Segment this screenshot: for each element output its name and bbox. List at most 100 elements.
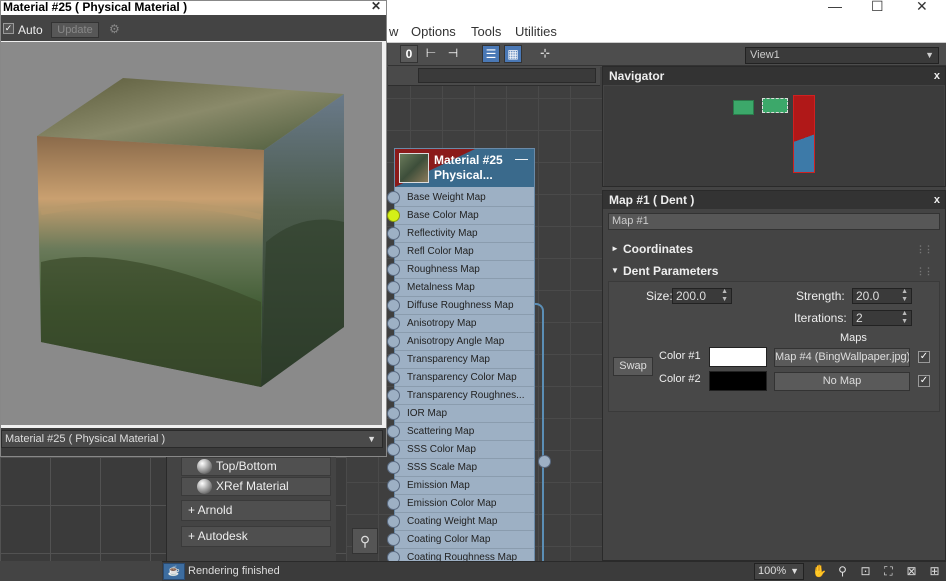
input-socket[interactable] (387, 461, 400, 474)
menu-item-tools[interactable]: Tools (471, 24, 501, 39)
view-dropdown[interactable]: View1 ▼ (745, 47, 939, 64)
node-slot[interactable]: Emission Map (395, 477, 534, 495)
maximize-button[interactable]: ☐ (871, 0, 884, 15)
input-socket[interactable] (387, 533, 400, 546)
node-slot[interactable]: Coating Color Map (395, 531, 534, 549)
node-slot[interactable]: Coating Weight Map (395, 513, 534, 531)
minimize-node-icon[interactable]: — (515, 151, 528, 166)
show-slots-icon[interactable]: ☰ (482, 45, 500, 63)
size-spinner[interactable]: 200.0 ▲ ▼ (672, 288, 732, 304)
counter-button[interactable]: 0 (400, 45, 418, 63)
auto-checkbox[interactable]: ✓ (3, 23, 14, 34)
menu-item-options[interactable]: Options (411, 24, 456, 39)
close-icon[interactable]: ✕ (371, 1, 381, 13)
spinner-arrows-icon[interactable]: ▲ ▼ (721, 288, 728, 304)
teapot-icon[interactable]: ☕ (163, 563, 185, 580)
input-socket[interactable] (387, 263, 400, 276)
select-icon[interactable]: ⊹ (536, 45, 554, 63)
update-button[interactable]: Update (51, 22, 99, 38)
node-slot[interactable]: Reflectivity Map (395, 225, 534, 243)
input-socket[interactable] (387, 299, 400, 312)
zoom-selected-icon[interactable]: ⊠ (903, 563, 920, 580)
input-socket[interactable] (387, 317, 400, 330)
browser-group-autodesk[interactable]: + Autodesk (181, 526, 331, 547)
browser-item-topbottom[interactable]: Top/Bottom (181, 457, 331, 476)
pan-hand-icon[interactable]: ✋ (811, 563, 828, 580)
node-slot[interactable]: Metalness Map (395, 279, 534, 297)
input-socket[interactable] (387, 479, 400, 492)
input-socket[interactable] (387, 281, 400, 294)
color1-map-checkbox[interactable]: ✓ (918, 351, 930, 363)
node-slot[interactable]: IOR Map (395, 405, 534, 423)
zoom-dropdown[interactable]: 100% ▼ (754, 563, 804, 580)
input-socket[interactable] (387, 245, 400, 258)
zoom-icon[interactable]: ⚲ (834, 563, 851, 580)
zoom-region-icon[interactable]: ⊡ (857, 563, 874, 580)
node-slot[interactable]: Refl Color Map (395, 243, 534, 261)
render-options-icon[interactable]: ⚙ (109, 22, 120, 36)
node-slot[interactable]: SSS Color Map (395, 441, 534, 459)
input-socket[interactable] (387, 497, 400, 510)
menu-item-view[interactable]: w (389, 24, 398, 39)
node-slot[interactable]: Scattering Map (395, 423, 534, 441)
input-socket[interactable] (387, 425, 400, 438)
preview-canvas[interactable] (1, 42, 382, 425)
zoom-all-icon[interactable]: ⊞ (926, 563, 943, 580)
node-slot[interactable]: Base Color Map (395, 207, 534, 225)
input-socket[interactable] (387, 443, 400, 456)
node-slot[interactable]: Emission Color Map (395, 495, 534, 513)
input-socket[interactable] (387, 191, 400, 204)
graph-tab-field[interactable] (418, 68, 596, 83)
input-socket[interactable] (387, 353, 400, 366)
browser-group-arnold[interactable]: + Arnold (181, 500, 331, 521)
input-socket[interactable] (387, 389, 400, 402)
zoom-extents-icon[interactable]: ⛶ (880, 563, 897, 580)
output-socket[interactable] (538, 455, 551, 468)
node-slot[interactable]: Base Weight Map (395, 189, 534, 207)
color2-map-button[interactable]: No Map (774, 372, 910, 391)
node-slot[interactable]: Diffuse Roughness Map (395, 297, 534, 315)
color1-map-button[interactable]: Map #4 (BingWallpaper.jpg) (774, 348, 910, 367)
nav-viewport-frame[interactable] (793, 95, 815, 173)
node-slot[interactable]: Roughness Map (395, 261, 534, 279)
browser-item-xref[interactable]: XRef Material (181, 477, 331, 496)
close-icon[interactable]: x (934, 67, 940, 85)
strength-spinner[interactable]: 20.0 ▲ ▼ (852, 288, 912, 304)
swap-button[interactable]: Swap (613, 357, 653, 376)
hierarchy-icon[interactable]: ⊣ (444, 45, 462, 63)
material-node[interactable]: Material #25 Physical... — Base Weight M… (394, 148, 535, 568)
iterations-spinner[interactable]: 2 ▲ ▼ (852, 310, 912, 326)
map-name-field[interactable]: Map #1 (608, 213, 940, 230)
navigator-canvas[interactable] (604, 86, 944, 186)
input-socket[interactable] (387, 371, 400, 384)
binoculars-icon[interactable]: ⚲ (352, 528, 378, 554)
close-icon[interactable]: x (934, 191, 940, 209)
close-button[interactable]: ✕ (916, 0, 928, 15)
menu-item-utilities[interactable]: Utilities (515, 24, 557, 39)
node-slot[interactable]: Anisotropy Angle Map (395, 333, 534, 351)
node-slot[interactable]: SSS Scale Map (395, 459, 534, 477)
spinner-arrows-icon[interactable]: ▲ ▼ (901, 310, 908, 326)
color2-map-checkbox[interactable]: ✓ (918, 375, 930, 387)
input-socket[interactable] (387, 407, 400, 420)
color1-swatch[interactable] (709, 347, 767, 367)
input-socket[interactable] (387, 227, 400, 240)
minimize-button[interactable]: — (828, 0, 842, 14)
spinner-arrows-icon[interactable]: ▲ ▼ (901, 288, 908, 304)
show-map-icon[interactable]: ▦ (504, 45, 522, 63)
rollout-coordinates[interactable]: ► Coordinates ⋮⋮ (608, 239, 940, 259)
node-slot[interactable]: Anisotropy Map (395, 315, 534, 333)
input-socket[interactable] (387, 209, 400, 222)
node-slot[interactable]: Transparency Color Map (395, 369, 534, 387)
material-dropdown[interactable]: Material #25 ( Physical Material ) ▼ (1, 430, 383, 448)
node-slot[interactable]: Transparency Map (395, 351, 534, 369)
map-panel-header: Map #1 ( Dent ) x (603, 191, 945, 209)
layout-icon[interactable]: ⊢ (422, 45, 440, 63)
input-socket[interactable] (387, 515, 400, 528)
input-socket[interactable] (387, 335, 400, 348)
node-header[interactable]: Material #25 Physical... — (395, 149, 534, 187)
rollout-dent-parameters[interactable]: ▼ Dent Parameters ⋮⋮ (608, 261, 940, 281)
node-slot[interactable]: Transparency Roughnes... (395, 387, 534, 405)
size-value: 200.0 (676, 289, 707, 303)
color2-swatch[interactable] (709, 371, 767, 391)
